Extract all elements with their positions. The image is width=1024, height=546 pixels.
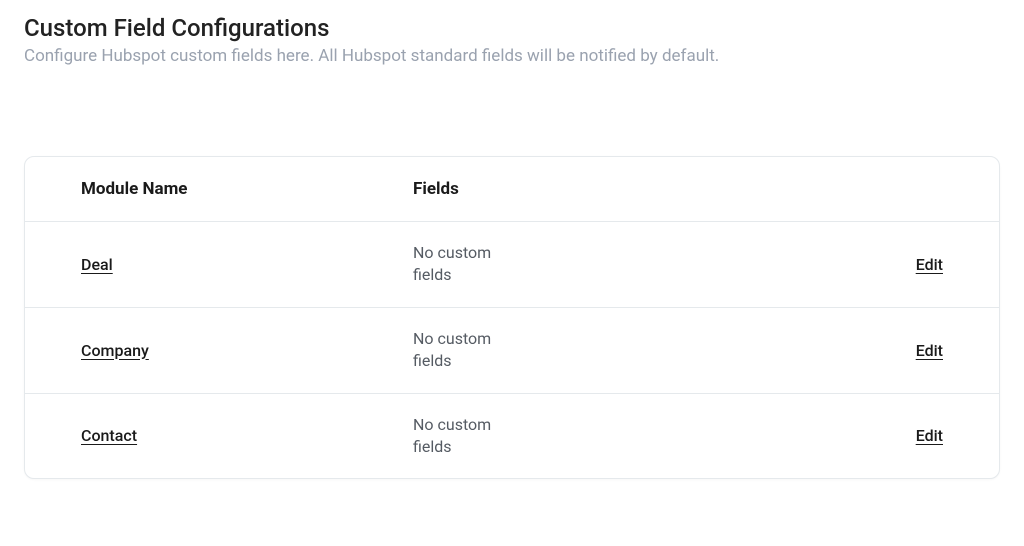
edit-link[interactable]: Edit (916, 426, 943, 445)
fields-text: No custom fields (413, 328, 493, 373)
edit-link[interactable]: Edit (916, 341, 943, 360)
page-subtitle: Configure Hubspot custom fields here. Al… (24, 46, 1000, 66)
fields-text: No custom fields (413, 414, 493, 459)
page-title: Custom Field Configurations (24, 14, 1000, 42)
table-row: Company No custom fields Edit (25, 307, 999, 393)
table-row: Deal No custom fields Edit (25, 222, 999, 308)
module-link-company[interactable]: Company (81, 341, 149, 360)
col-header-module: Module Name (25, 157, 385, 222)
config-table: Module Name Fields Deal No custom fields… (25, 157, 999, 478)
col-header-fields: Fields (385, 157, 859, 222)
edit-link[interactable]: Edit (916, 255, 943, 274)
config-card: Module Name Fields Deal No custom fields… (24, 156, 1000, 479)
col-header-actions (859, 157, 999, 222)
module-link-contact[interactable]: Contact (81, 426, 137, 445)
module-link-deal[interactable]: Deal (81, 255, 113, 274)
table-row: Contact No custom fields Edit (25, 393, 999, 478)
fields-text: No custom fields (413, 242, 493, 287)
